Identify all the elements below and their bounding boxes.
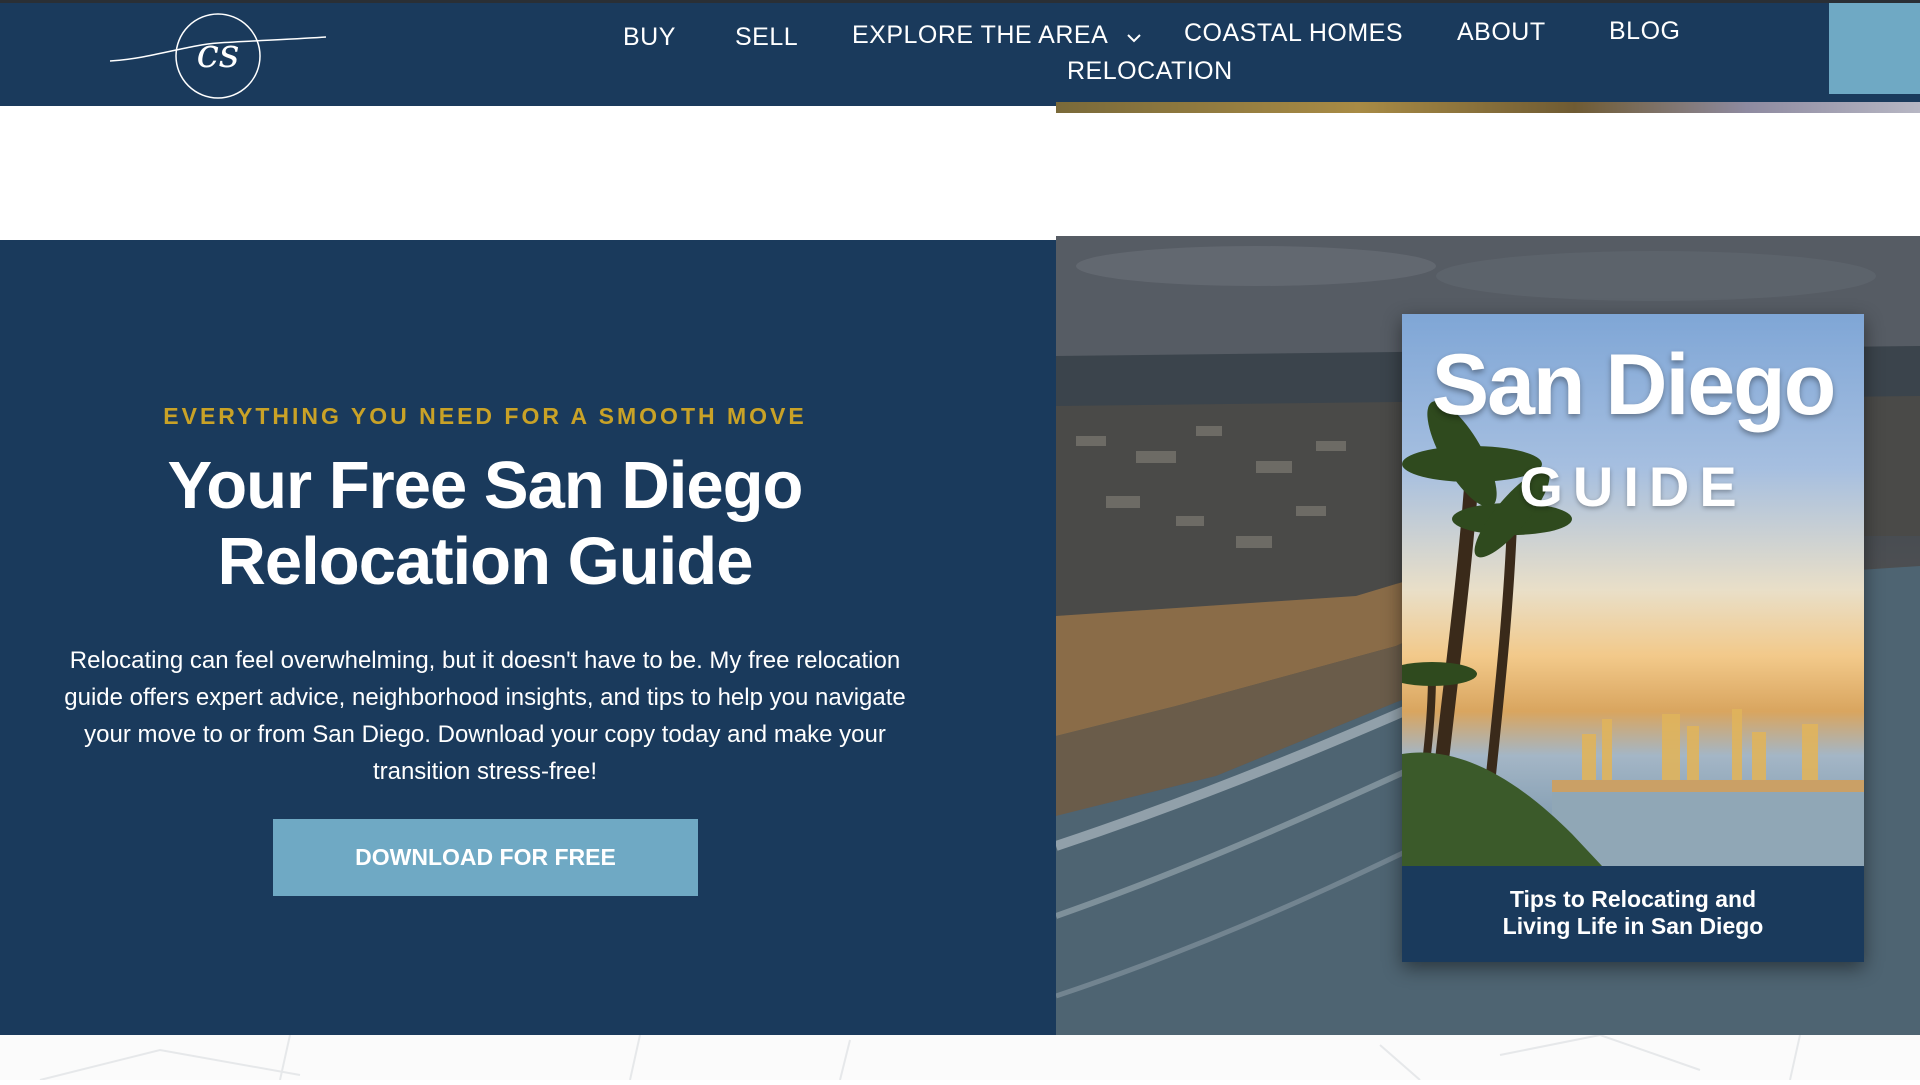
nav-item-about[interactable]: ABOUT: [1457, 18, 1546, 47]
nav-item-explore-the-area[interactable]: EXPLORE THE AREA: [852, 21, 1142, 51]
nav-item-blog[interactable]: BLOG: [1609, 17, 1680, 46]
guide-tagline: Tips to Relocating and Living Life in Sa…: [1402, 866, 1864, 962]
hero-title: Your Free San Diego Relocation Guide: [0, 448, 970, 600]
nav-cta-button[interactable]: [1829, 3, 1920, 94]
hero-title-line-2: Relocation Guide: [217, 524, 754, 599]
next-section-strip: [0, 1033, 1920, 1081]
nav-item-relocation[interactable]: RELOCATION: [1067, 57, 1233, 86]
guide-cover-image: San Diego GUIDE: [1402, 314, 1864, 866]
guide-subtitle: GUIDE: [1519, 455, 1747, 518]
header-photo-edge: [1056, 102, 1920, 113]
download-for-free-button[interactable]: DOWNLOAD FOR FREE: [273, 819, 698, 896]
logo-text: cs: [197, 31, 240, 77]
relocation-guide-cover: San Diego GUIDE Tips to Relocating and L…: [1402, 314, 1864, 962]
nav-item-explore-label: EXPLORE THE AREA: [852, 21, 1107, 49]
hero-title-line-1: Your Free San Diego: [167, 448, 803, 523]
nav-item-sell[interactable]: SELL: [735, 23, 798, 52]
hero-description: Relocating can feel overwhelming, but it…: [64, 647, 906, 785]
top-navigation: cs BUY SELL EXPLORE THE AREA COASTAL HOM…: [0, 0, 1920, 106]
hero-text-panel: [0, 240, 1056, 1035]
guide-tagline-line-2: Living Life in San Diego: [1502, 913, 1764, 939]
site-logo[interactable]: cs: [108, 9, 330, 105]
nav-item-buy[interactable]: BUY: [623, 23, 676, 52]
guide-tagline-line-1: Tips to Relocating and: [1509, 886, 1757, 912]
guide-title: San Diego: [1431, 337, 1837, 433]
logo-icon: cs: [109, 13, 327, 99]
hero-eyebrow: EVERYTHING YOU NEED FOR A SMOOTH MOVE: [163, 403, 807, 429]
chevron-down-icon: [1126, 22, 1142, 51]
nav-item-coastal-homes[interactable]: COASTAL HOMES: [1184, 19, 1403, 48]
map-line-decoration: [39, 1033, 1801, 1081]
